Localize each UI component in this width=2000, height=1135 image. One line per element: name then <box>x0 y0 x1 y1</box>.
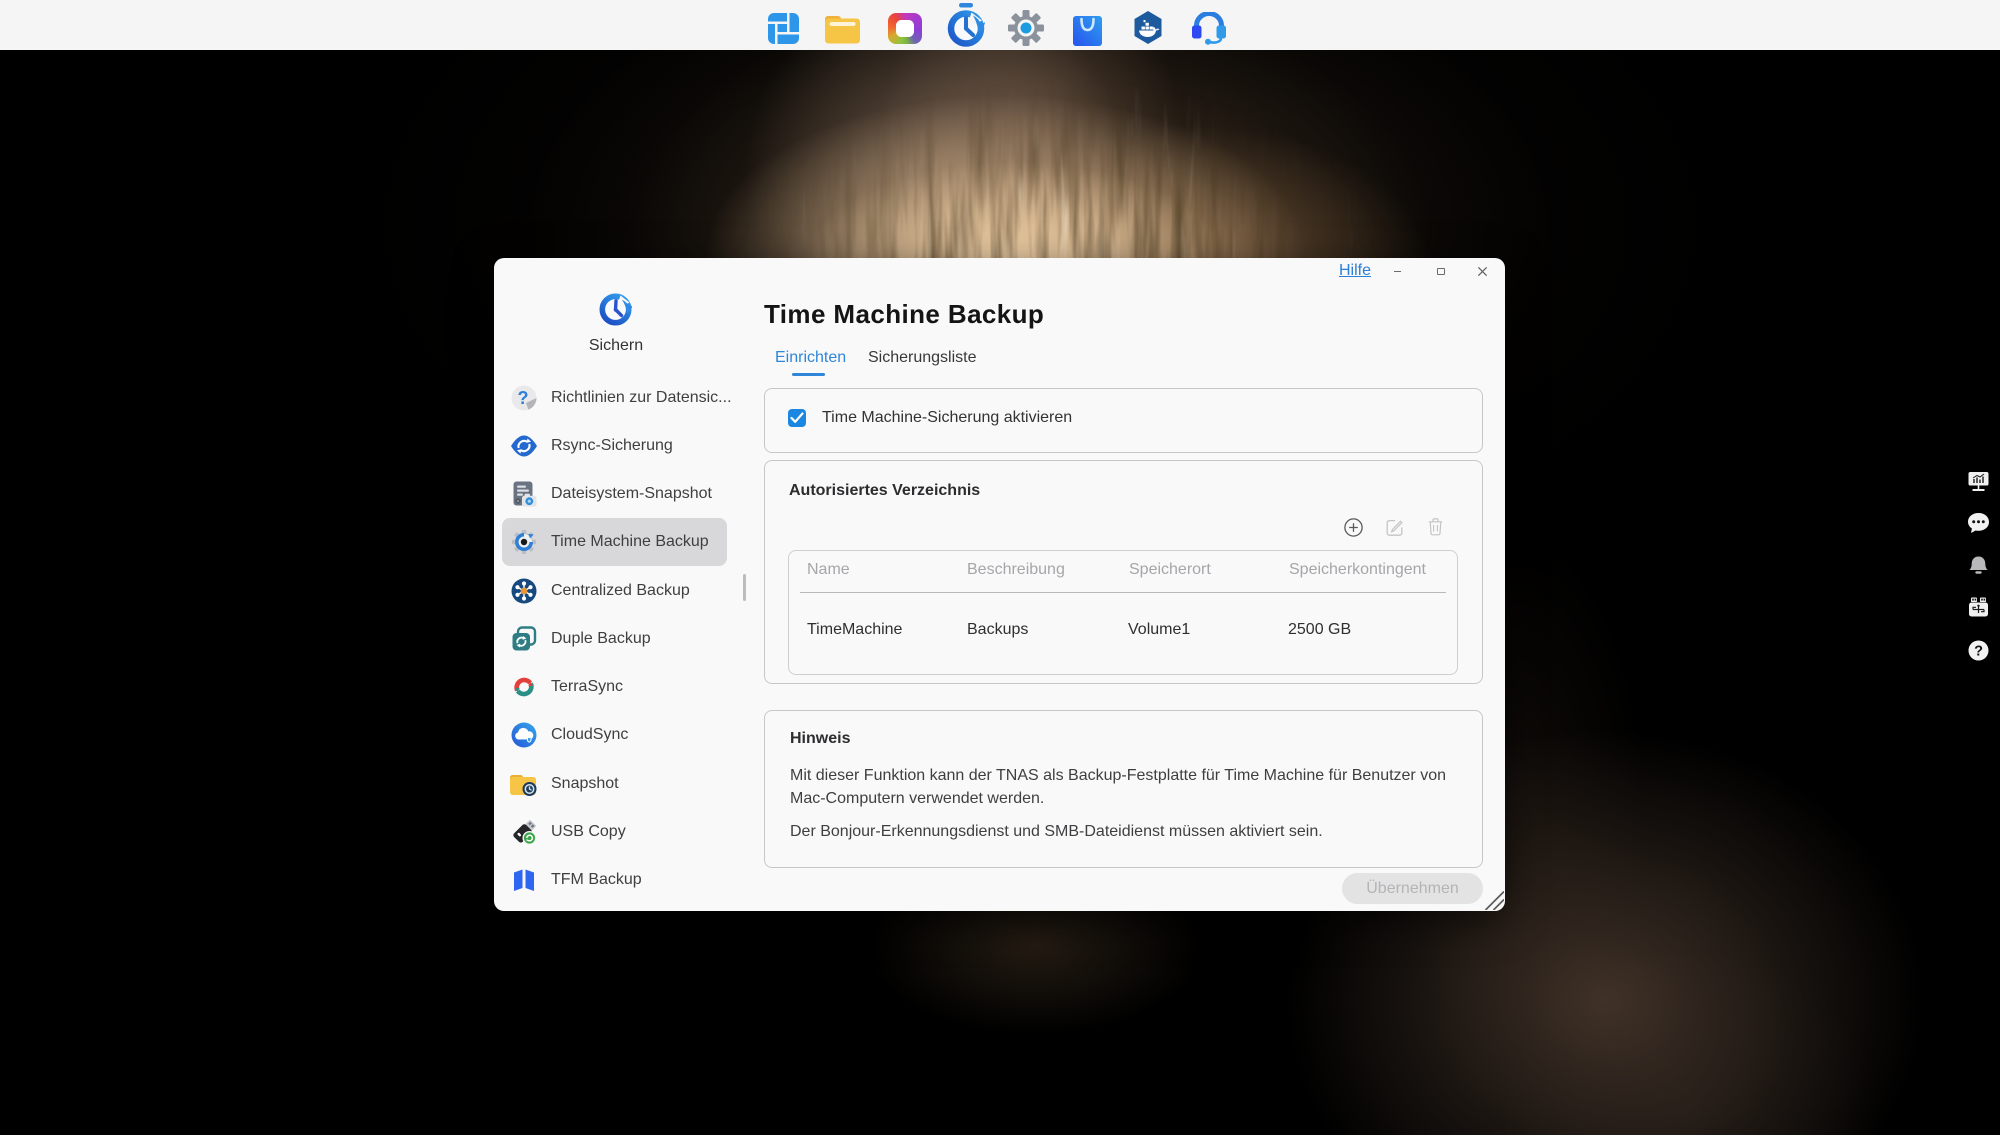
svg-text:?: ? <box>518 388 529 408</box>
svg-text:?: ? <box>1974 644 1983 660</box>
